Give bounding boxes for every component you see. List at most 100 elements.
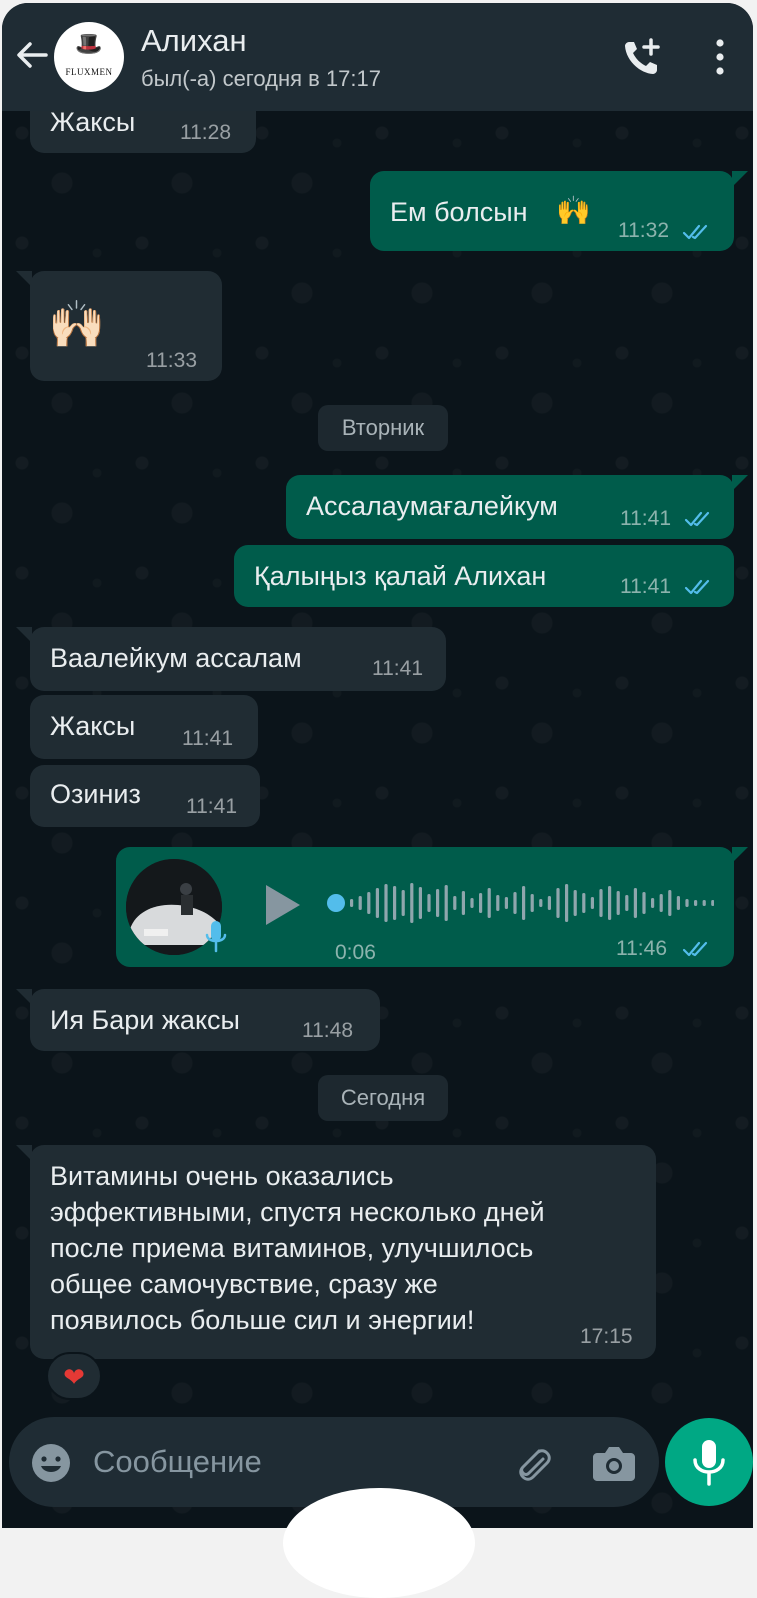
message-text: Ассалаумағалейкум [306, 491, 558, 521]
waveform-bar [685, 899, 689, 907]
play-icon[interactable] [262, 883, 302, 927]
mic-icon [693, 1440, 725, 1486]
message-incoming[interactable]: Жаксы 11:41 [30, 695, 258, 759]
avatar-brand: FLUXMEN [65, 67, 113, 77]
waveform-bar [358, 896, 362, 910]
waveform-bar [461, 891, 465, 915]
heart-reaction[interactable]: ❤ [46, 1352, 102, 1400]
waveform-bar [616, 891, 620, 915]
chat-header: 🎩 FLUXMEN Алихан был(-а) сегодня в 17:17 [2, 3, 753, 111]
message-time: 11:33 [146, 349, 197, 372]
message-incoming[interactable]: Озиниз 11:41 [30, 765, 260, 827]
message-text-line: эффективными, спустя несколько дней [50, 1197, 545, 1227]
waveform-bar [694, 900, 698, 906]
waveform-bar [504, 897, 508, 909]
message-time: 11:41 [182, 727, 233, 750]
waveform-bar [418, 887, 422, 919]
voice-duration: 0:06 [335, 941, 376, 964]
waveform-bar [436, 889, 440, 917]
message-incoming[interactable]: Витамины очень оказались эффективными, с… [30, 1145, 656, 1359]
waveform-bar [573, 890, 577, 916]
waveform-bar [633, 888, 637, 918]
waveform-bar [676, 896, 680, 910]
message-outgoing[interactable]: Қалыңыз қалай Алихан 11:41 [234, 545, 734, 607]
heart-icon: ❤ [63, 1362, 85, 1392]
waveform-bar [350, 899, 354, 907]
raising-hands-emoji: 🙌 [556, 195, 591, 226]
message-text: Қалыңыз қалай Алихан [254, 561, 547, 591]
emoji-icon[interactable] [29, 1441, 73, 1485]
attach-icon[interactable] [509, 1441, 553, 1485]
message-incoming[interactable]: Ия Бари жаксы 11:48 [30, 989, 380, 1051]
message-text: Ваалейкум ассалам [50, 643, 302, 673]
waveform-bar [547, 896, 551, 910]
waveform-bar [711, 900, 714, 906]
more-vert-icon[interactable] [705, 37, 735, 77]
waveform-bar [668, 890, 672, 916]
voice-record-button[interactable] [665, 1418, 753, 1506]
message-incoming[interactable]: 🙌🏻 11:33 [30, 271, 222, 381]
waveform-bar [625, 895, 629, 911]
message-input[interactable] [93, 1439, 493, 1485]
message-text-line: после приема витаминов, улучшилось [50, 1233, 534, 1263]
contact-status: был(-а) сегодня в 17:17 [141, 66, 381, 91]
message-text: Озиниз [50, 779, 141, 809]
voice-message[interactable]: 0:06 11:46 [116, 847, 734, 967]
message-time: 11:41 [620, 575, 671, 598]
message-time: 11:41 [186, 795, 237, 818]
bubble-tail [732, 475, 748, 491]
read-ticks-icon [682, 941, 708, 957]
message-time: 11:41 [372, 657, 423, 680]
message-text: Ия Бари жаксы [50, 1005, 240, 1035]
day-separator: Вторник [318, 405, 448, 451]
read-ticks-icon [682, 224, 708, 240]
waveform-bar [608, 886, 612, 920]
waveform-bar [367, 892, 371, 914]
back-arrow-icon[interactable] [12, 33, 52, 77]
avatar[interactable]: 🎩 FLUXMEN [54, 22, 124, 92]
waveform-bar [496, 895, 500, 911]
waveform-bar [479, 893, 483, 913]
message-time: 11:48 [302, 1019, 353, 1042]
waveform-bar [427, 894, 431, 912]
bubble-tail [732, 171, 748, 187]
bubble-tail [732, 847, 748, 863]
message-outgoing[interactable]: Ем болсын 🙌 11:32 [370, 171, 734, 251]
waveform-bar [530, 894, 534, 912]
read-ticks-icon [684, 511, 710, 527]
home-indicator [283, 1488, 475, 1598]
waveform-bar [401, 890, 405, 916]
waveform-bar [642, 892, 646, 914]
waveform-bar [487, 888, 491, 918]
waveform-bar [539, 899, 543, 907]
message-time: 11:32 [618, 219, 669, 242]
waveform-bar [393, 886, 397, 920]
contact-name[interactable]: Алихан [141, 23, 247, 59]
waveform-bar [565, 884, 569, 922]
message-outgoing[interactable]: Ассалаумағалейкум 11:41 [286, 475, 734, 539]
voice-waveform[interactable] [324, 877, 714, 929]
message-time: 11:46 [616, 937, 667, 960]
waveform-bar [651, 898, 655, 908]
message-time: 11:28 [180, 121, 231, 144]
message-text: Ем болсын [390, 197, 528, 227]
waveform-bar [470, 898, 474, 908]
message-time: 11:41 [620, 507, 671, 530]
waveform-bar [659, 894, 663, 912]
waveform-bar [513, 892, 517, 914]
message-time: 17:15 [580, 1325, 633, 1348]
waveform-bar [556, 888, 560, 918]
waveform-bar [375, 888, 379, 918]
raised-hands-emoji: 🙌🏻 [48, 298, 106, 350]
message-text-line: Витамины очень оказались [50, 1161, 394, 1191]
message-text: Жаксы [50, 711, 136, 741]
waveform-bar [599, 889, 603, 917]
waveform-bar [522, 886, 526, 920]
tuxedo-logo-icon: 🎩 [75, 32, 103, 57]
waveform-bar [590, 897, 594, 909]
camera-icon[interactable] [591, 1443, 637, 1483]
waveform-bar [410, 883, 414, 923]
read-ticks-icon [684, 579, 710, 595]
add-call-icon[interactable] [620, 35, 664, 79]
message-incoming[interactable]: Ваалейкум ассалам 11:41 [30, 627, 446, 691]
